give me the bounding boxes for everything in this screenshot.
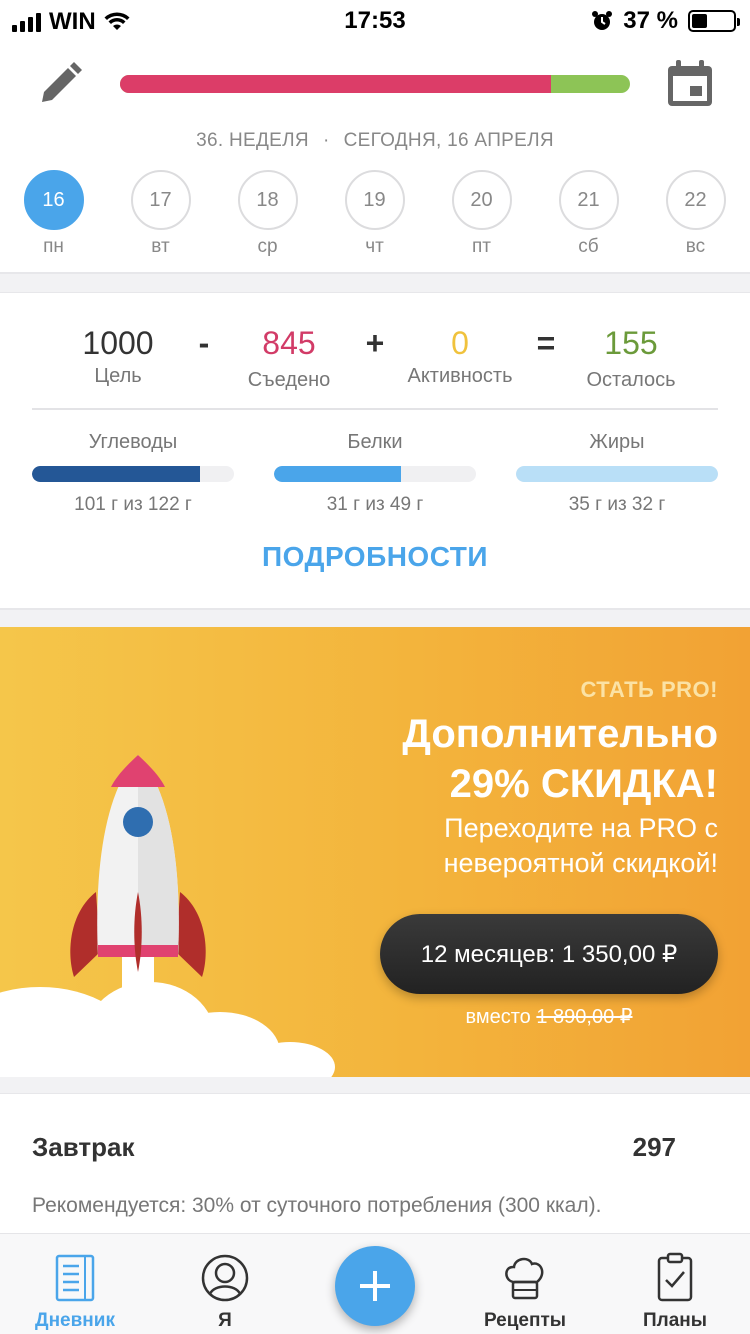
day-18[interactable]: 18 ср [214, 170, 321, 258]
day-number: 19 [344, 170, 405, 230]
macros-row: Углеводы 101 г из 122 г Белки 31 г из 49 г Ж… [32, 431, 718, 521]
macro-name: Жиры [589, 431, 645, 453]
day-label: чт [365, 236, 384, 257]
old-price-line: вместо 1 890,00 ₽ [380, 1004, 718, 1029]
tab-me-label: Я [218, 1310, 232, 1331]
clipboard-check-icon [657, 1252, 693, 1302]
promo-title-line1: Дополнительно [402, 712, 718, 756]
tab-plans-label: Планы [643, 1310, 707, 1331]
status-bar: WIN 17:53 37 % [0, 0, 750, 42]
calorie-progress-bar [120, 75, 630, 93]
calorie-progress-eaten [120, 75, 551, 93]
activity-label: Активность [407, 365, 513, 387]
activity-value: 0 [451, 325, 469, 361]
add-entry-button[interactable] [335, 1246, 415, 1326]
buy-pro-button[interactable]: 12 месяцев: 1 350,00 ₽ [380, 914, 718, 994]
day-number: 22 [665, 170, 726, 230]
tab-recipes-label: Рецепты [483, 1310, 567, 1331]
macro-name: Белки [347, 431, 403, 453]
week-day-selector: 16 пн 17 вт 18 ср 19 чт 20 пт 21 сб 22 вс [0, 170, 750, 258]
pro-promo-banner[interactable]: СТАТЬ PRO! Дополнительно 29% СКИДКА! Пер… [0, 627, 750, 1077]
goal-label: Цель [94, 365, 142, 387]
macro-progress-bar [274, 466, 476, 482]
summary-divider [32, 408, 718, 410]
pencil-icon[interactable] [36, 60, 84, 108]
diary-header: 36. НЕДЕЛЯ · СЕГОДНЯ, 16 АПРЕЛЯ 16 пн 17 вт 18… [0, 42, 750, 274]
chef-hat-icon [505, 1257, 544, 1300]
macro-2: Жиры 35 г из 32 г [516, 431, 718, 516]
day-21[interactable]: 21 сб [535, 170, 642, 258]
meal-kcal: 297 [632, 1132, 676, 1162]
day-16[interactable]: 16 пн [0, 170, 107, 258]
goal-cell: 1000 Цель [18, 323, 218, 388]
promo-subtitle: Переходите на PRO с невероятной скидкой! [443, 813, 718, 878]
day-label: пт [472, 236, 491, 257]
macro-amount: 31 г из 49 г [326, 494, 424, 515]
day-label: вт [151, 236, 170, 257]
eaten-label: Съедено [247, 369, 331, 391]
day-label: вс [685, 236, 706, 257]
tab-me[interactable]: Я [150, 1234, 300, 1334]
macro-1: Белки 31 г из 49 г [274, 431, 476, 516]
promo-kicker: СТАТЬ PRO! [580, 677, 718, 702]
eaten-cell: 845 Съедено [189, 323, 389, 392]
old-price: 1 890,00 ₽ [536, 1006, 633, 1028]
goal-value: 1000 [82, 325, 154, 361]
week-number: 36. НЕДЕЛЯ [196, 130, 309, 151]
details-button[interactable]: ПОДРОБНОСТИ [0, 541, 750, 573]
day-20[interactable]: 20 пт [428, 170, 535, 258]
today-date: СЕГОДНЯ, 16 АПРЕЛЯ [343, 130, 554, 151]
profile-icon [201, 1254, 249, 1302]
day-number: 20 [451, 170, 512, 230]
macro-progress-fill [274, 466, 402, 482]
day-number: 17 [130, 170, 191, 230]
day-number: 16 [23, 170, 84, 230]
week-date-line: 36. НЕДЕЛЯ · СЕГОДНЯ, 16 АПРЕЛЯ [196, 130, 554, 151]
tab-recipes[interactable]: Рецепты [450, 1234, 600, 1334]
battery-icon [688, 10, 740, 32]
macro-0: Углеводы 101 г из 122 г [32, 431, 234, 516]
calorie-equation: 1000 Цель - 845 Съедено + 0 Активность =… [32, 323, 718, 409]
diary-icon [55, 1254, 95, 1302]
plus-icon [360, 1271, 390, 1301]
remaining-value: 155 [604, 325, 658, 361]
day-number: 21 [558, 170, 619, 230]
day-22[interactable]: 22 вс [642, 170, 749, 258]
calorie-summary-card: 1000 Цель - 845 Съедено + 0 Активность =… [0, 292, 750, 610]
macro-progress-bar [32, 466, 234, 482]
day-label: пн [43, 236, 64, 257]
tab-diary[interactable]: Дневник [0, 1234, 150, 1334]
meal-name: Завтрак [32, 1132, 135, 1162]
remaining-label: Осталось [586, 369, 676, 391]
day-number: 18 [237, 170, 298, 230]
day-label: ср [257, 236, 278, 257]
tab-diary-label: Дневник [35, 1310, 115, 1331]
instead-label: вместо [465, 1006, 531, 1028]
macro-progress-fill [516, 466, 718, 482]
promo-title-line2: 29% СКИДКА! [449, 762, 718, 806]
calendar-icon[interactable] [664, 58, 716, 110]
status-right: 37 % [591, 7, 740, 35]
day-19[interactable]: 19 чт [321, 170, 428, 258]
activity-cell: 0 Активность [360, 323, 560, 388]
meal-recommendation: Рекомендуется: 30% от суточного потребле… [32, 1194, 602, 1217]
battery-percent: 37 % [623, 7, 678, 34]
macro-name: Углеводы [88, 431, 178, 453]
day-17[interactable]: 17 вт [107, 170, 214, 258]
macro-amount: 101 г из 122 г [74, 494, 192, 515]
eaten-value: 845 [262, 325, 316, 361]
meal-card-breakfast[interactable]: Завтрак 297 Рекомендуется: 30% от суточн… [0, 1093, 750, 1233]
macro-amount: 35 г из 32 г [568, 494, 666, 515]
remaining-cell: 155 Осталось [531, 323, 731, 392]
promo-title: Дополнительно 29% СКИДКА! [278, 709, 718, 809]
macro-progress-fill [32, 466, 200, 482]
day-label: сб [578, 236, 599, 257]
tab-plans[interactable]: Планы [600, 1234, 750, 1334]
alarm-icon [592, 11, 613, 30]
macro-progress-bar [516, 466, 718, 482]
